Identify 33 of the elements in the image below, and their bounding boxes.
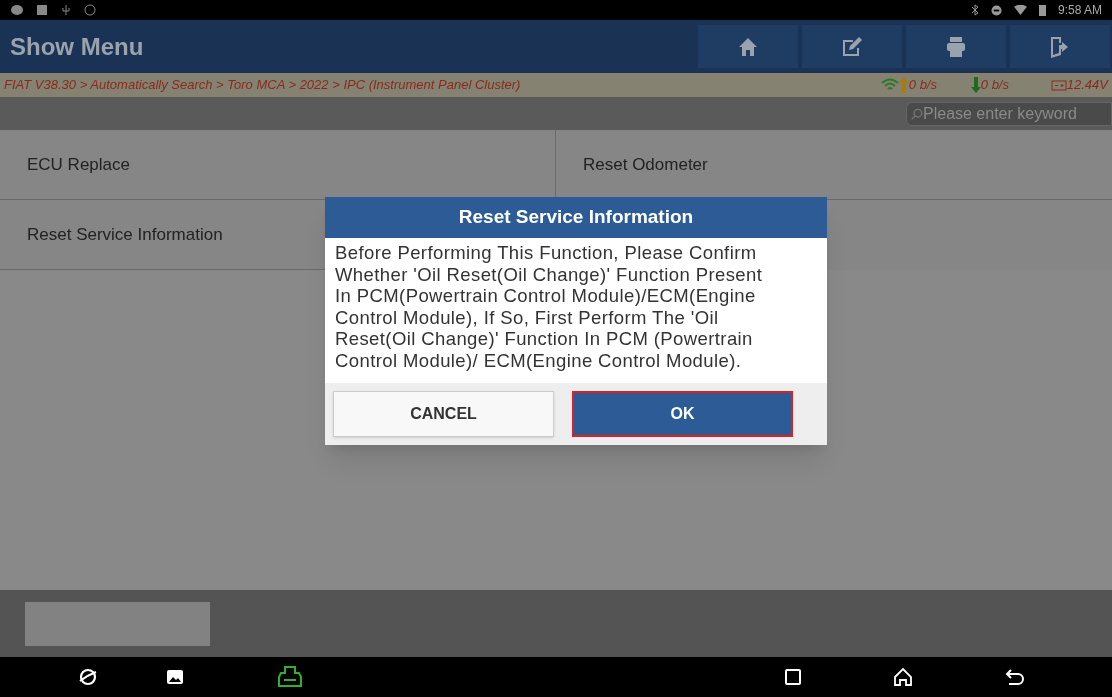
battery-icon bbox=[1050, 79, 1067, 91]
home-button[interactable] bbox=[698, 25, 798, 68]
home-icon[interactable] bbox=[893, 667, 913, 687]
bluetooth-icon bbox=[970, 4, 979, 16]
page-title: Show Menu bbox=[9, 31, 145, 62]
gallery-icon[interactable] bbox=[166, 669, 184, 685]
edit-icon bbox=[841, 35, 863, 58]
arrow-up-icon bbox=[898, 77, 909, 93]
breadcrumb: FIAT V38.30 > Automatically Search > Toro MCA > 2022 > IPC (Instrument Panel Cluster) bbox=[4, 76, 522, 95]
wifi-icon bbox=[1013, 4, 1027, 16]
clock: 9:58 AM bbox=[1057, 2, 1102, 19]
search-icon bbox=[911, 106, 923, 121]
print-button[interactable] bbox=[906, 25, 1006, 68]
cancel-button[interactable]: CANCEL bbox=[333, 391, 554, 437]
back-icon[interactable] bbox=[1005, 668, 1025, 686]
edit-button[interactable] bbox=[802, 25, 902, 68]
voltage-reading: 12.44V bbox=[1066, 76, 1108, 95]
wifi-icon bbox=[880, 78, 899, 92]
upload-speed: 0 b/s bbox=[908, 76, 938, 95]
arrow-down-icon bbox=[970, 77, 981, 93]
battery-icon bbox=[1038, 4, 1046, 16]
search-field[interactable]: Please enter keyword bbox=[906, 101, 1112, 126]
dialog-title: Reset Service Information bbox=[325, 197, 827, 238]
home-icon bbox=[738, 36, 758, 57]
download-speed: 0 b/s bbox=[980, 76, 1010, 95]
vci-connector-icon[interactable] bbox=[278, 666, 302, 688]
do-not-disturb-icon bbox=[990, 4, 1002, 16]
recents-icon[interactable] bbox=[785, 669, 801, 685]
usb-icon bbox=[60, 4, 72, 16]
browser-icon[interactable] bbox=[78, 667, 98, 687]
exit-button[interactable] bbox=[1010, 25, 1110, 68]
print-icon bbox=[946, 35, 966, 58]
ok-button[interactable]: OK bbox=[572, 391, 793, 437]
